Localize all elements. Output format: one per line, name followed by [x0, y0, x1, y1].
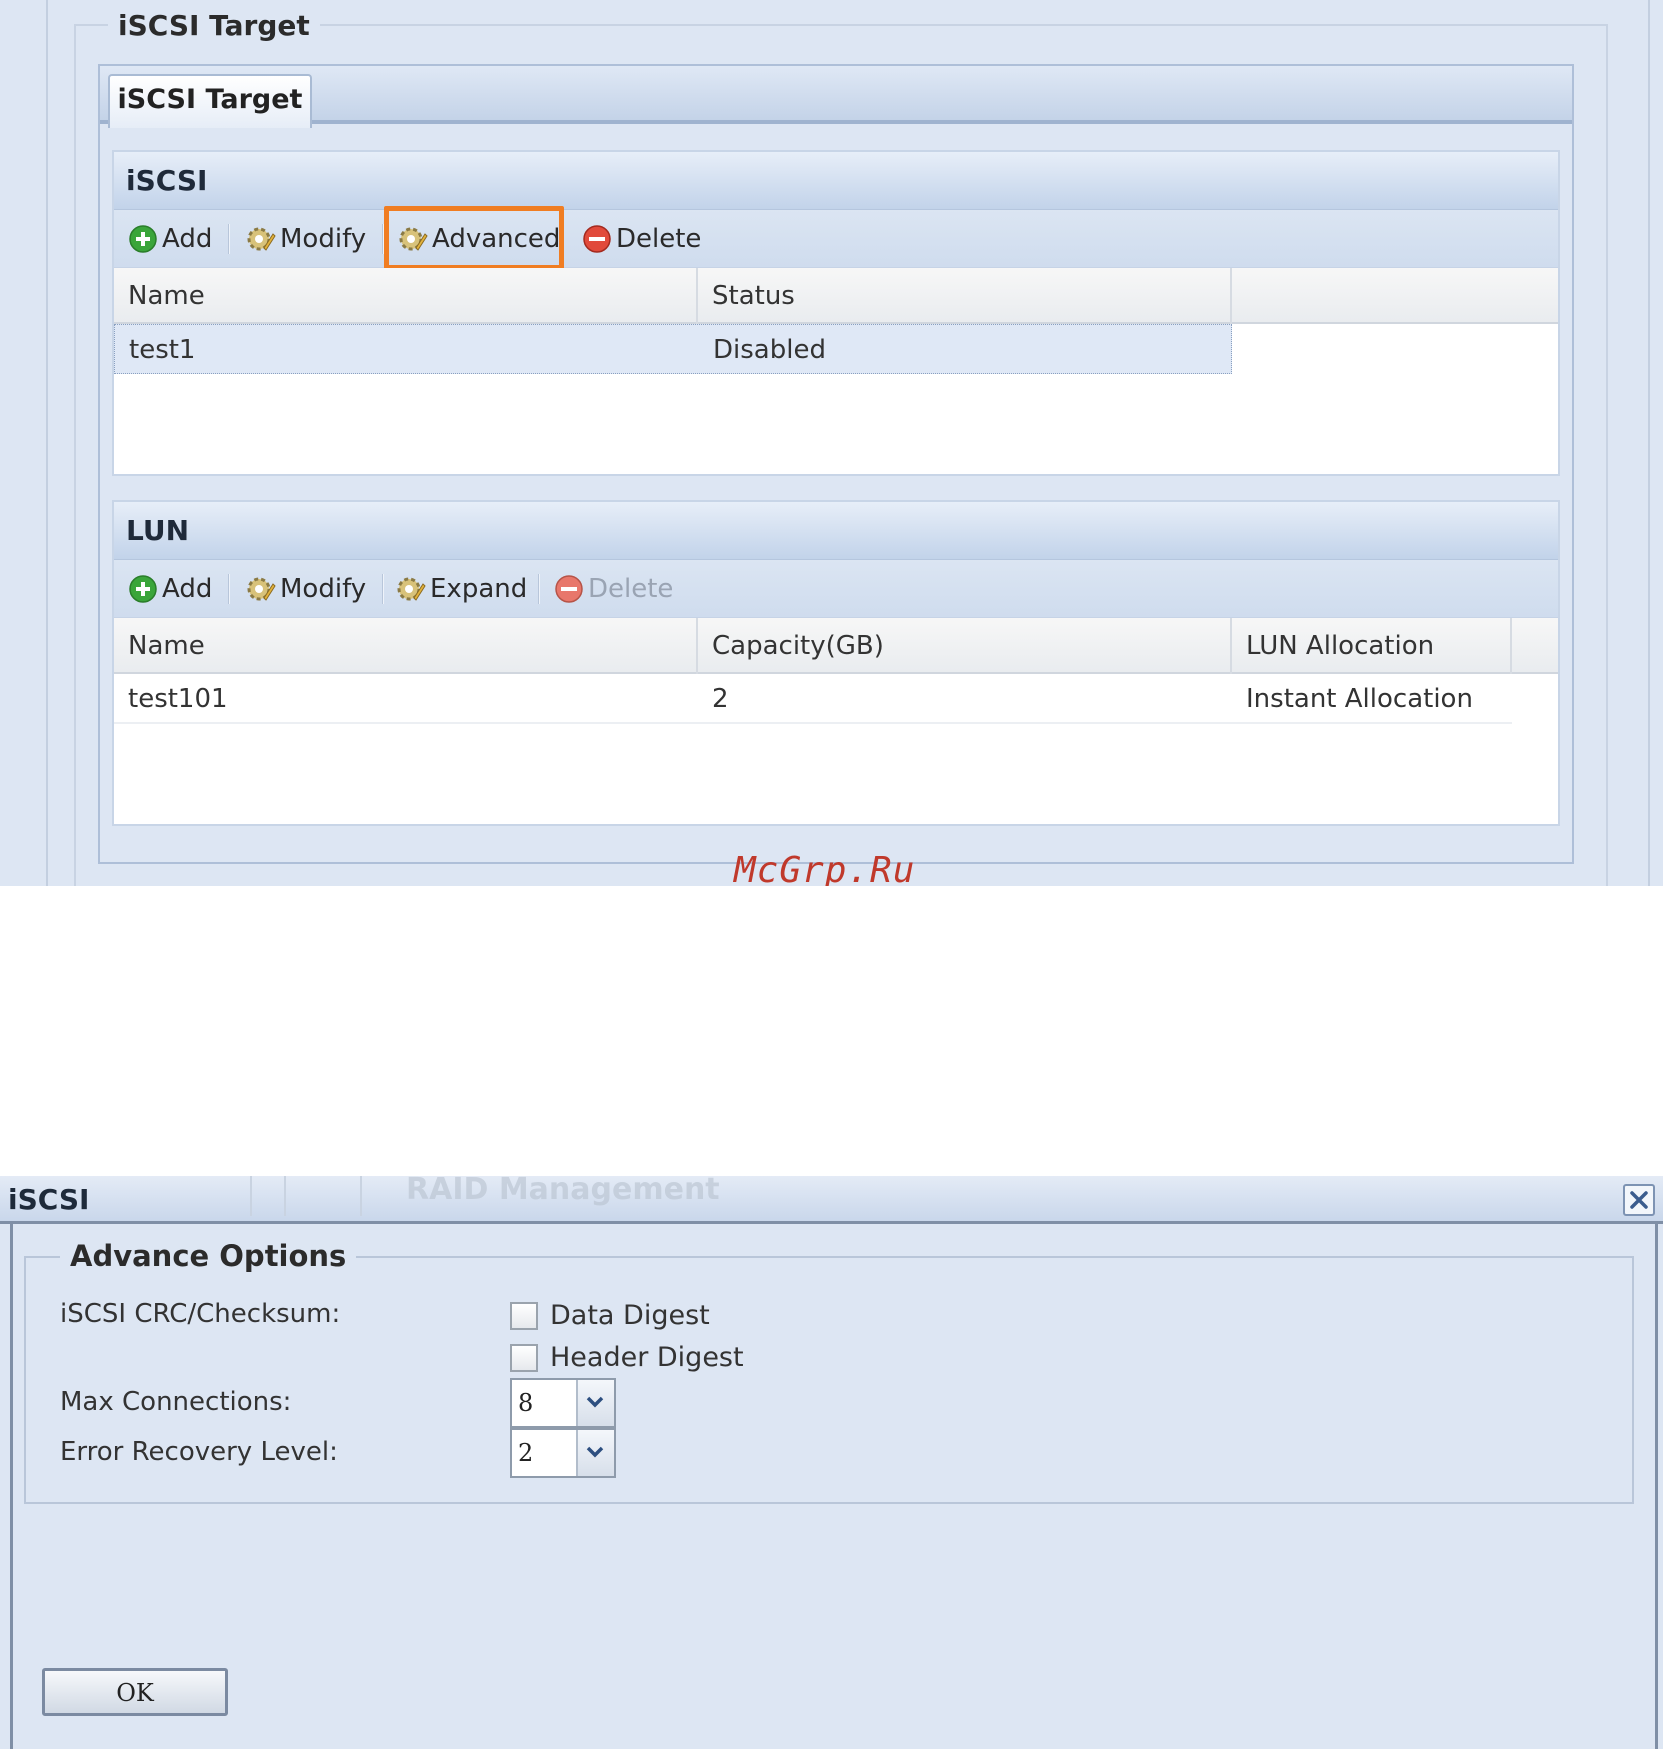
chevron-down-icon [586, 1396, 604, 1408]
cell-lun-allocation: Instant Allocation [1246, 684, 1473, 714]
background-divider [284, 1176, 286, 1216]
lun-add-button[interactable]: Add [128, 568, 212, 610]
toolbar-separator [538, 574, 540, 604]
advance-options-dialog: RAID Management iSCSI Advance Options iS… [0, 1172, 1663, 1749]
delete-icon [583, 225, 611, 253]
error-recovery-value: 2 [518, 1439, 534, 1467]
cell-capacity: 2 [712, 684, 729, 714]
max-connections-label: Max Connections: [60, 1387, 292, 1417]
iscsi-toolbar: Add Modify Advanced Delete [114, 206, 1558, 270]
lun-add-label: Add [162, 574, 213, 604]
lun-grid-header: Name Capacity(GB) LUN Allocation [114, 618, 1558, 674]
iscsi-grid-panel: iSCSI Add Modify Advanced Delete Name St… [112, 150, 1560, 476]
lun-toolbar: Add Modify Expand Delete [114, 560, 1558, 618]
cell-name: test101 [128, 684, 228, 714]
advanced-highlight-box [384, 206, 564, 270]
lun-modify-button[interactable]: Modify [246, 568, 366, 610]
iscsi-delete-label: Delete [616, 224, 702, 254]
iscsi-add-label: Add [162, 224, 213, 254]
column-header-name[interactable]: Name [114, 618, 698, 674]
error-recovery-select[interactable]: 2 [510, 1428, 616, 1478]
crc-checksum-label: iSCSI CRC/Checksum: [60, 1299, 341, 1329]
lun-grid-panel: LUN Add Modify Expand Delete Name Capaci… [112, 500, 1560, 826]
header-digest-checkbox[interactable] [510, 1343, 538, 1372]
iscsi-modify-button[interactable]: Modify [246, 218, 366, 260]
max-connections-value: 8 [518, 1389, 534, 1417]
header-digest-label: Header Digest [550, 1342, 744, 1373]
error-recovery-label: Error Recovery Level: [60, 1437, 338, 1467]
background-divider [360, 1176, 362, 1216]
lun-expand-label: Expand [430, 574, 528, 604]
max-connections-dropdown[interactable] [576, 1380, 614, 1426]
dialog-title-bar: RAID Management iSCSI [0, 1172, 1663, 1224]
lun-delete-label: Delete [588, 574, 674, 604]
ok-button[interactable]: OK [42, 1668, 228, 1716]
advance-options-legend: Advance Options [60, 1238, 357, 1274]
data-digest-option[interactable]: Data Digest [510, 1300, 710, 1331]
background-page-text: RAID Management [406, 1172, 720, 1207]
cell-status: Disabled [713, 335, 826, 365]
add-icon [129, 575, 157, 603]
iscsi-grid-title: iSCSI [114, 152, 1558, 210]
tab-strip: iSCSI Target [100, 66, 1572, 128]
delete-icon [555, 575, 583, 603]
lun-grid-title: LUN [114, 502, 1558, 560]
table-row[interactable]: test101 2 Instant Allocation [114, 674, 1512, 724]
watermark: McGrp.Ru [734, 850, 916, 886]
gear-icon [397, 577, 426, 601]
gear-icon [247, 577, 276, 601]
tab-iscsi-target[interactable]: iSCSI Target [108, 74, 312, 128]
column-header-capacity[interactable]: Capacity(GB) [698, 618, 1232, 674]
toolbar-separator [382, 574, 384, 604]
lun-delete-button[interactable]: Delete [554, 568, 673, 610]
fieldset-legend: iSCSI Target [108, 8, 320, 44]
add-icon [129, 225, 157, 253]
toolbar-separator [228, 224, 230, 254]
toolbar-separator [228, 574, 230, 604]
gear-icon [247, 227, 276, 251]
chevron-down-icon [586, 1446, 604, 1458]
lun-expand-button[interactable]: Expand [396, 568, 527, 610]
data-digest-checkbox[interactable] [510, 1301, 538, 1330]
iscsi-delete-button[interactable]: Delete [582, 218, 701, 260]
iscsi-add-button[interactable]: Add [128, 218, 212, 260]
iscsi-grid-header: Name Status [114, 268, 1558, 324]
cell-name: test1 [129, 335, 196, 365]
background-divider [250, 1176, 252, 1216]
iscsi-target-panel: iSCSI Target iSCSI Target iSCSI Add Modi… [0, 0, 1663, 886]
close-button[interactable] [1623, 1184, 1655, 1216]
iscsi-modify-label: Modify [280, 224, 367, 254]
data-digest-label: Data Digest [550, 1300, 710, 1331]
dialog-title: iSCSI [8, 1183, 90, 1216]
header-digest-option[interactable]: Header Digest [510, 1342, 744, 1373]
close-icon [1630, 1191, 1648, 1209]
max-connections-select[interactable]: 8 [510, 1378, 616, 1428]
table-row[interactable]: test1 Disabled [114, 324, 1232, 374]
column-header-status[interactable]: Status [698, 268, 1232, 324]
lun-modify-label: Modify [280, 574, 367, 604]
column-header-lun-allocation[interactable]: LUN Allocation [1232, 618, 1512, 674]
error-recovery-dropdown[interactable] [576, 1430, 614, 1476]
column-header-name[interactable]: Name [114, 268, 698, 324]
